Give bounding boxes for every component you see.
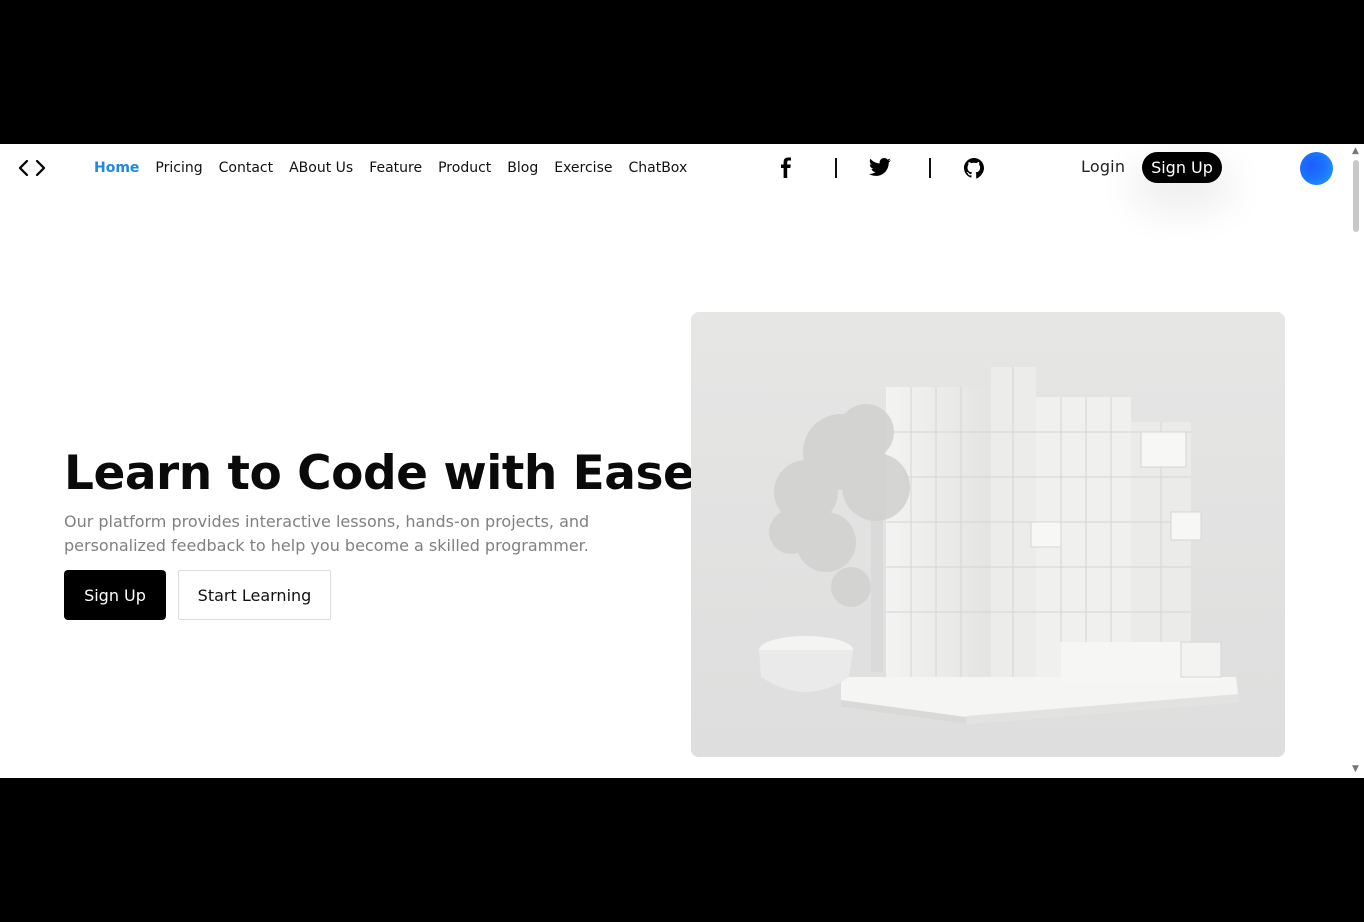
vertical-scrollbar[interactable]: ▲ ▼: [1348, 144, 1364, 778]
letterbox-top: [0, 0, 1364, 144]
nav-pricing[interactable]: Pricing: [155, 158, 202, 178]
hero-signup-button[interactable]: Sign Up: [64, 570, 166, 620]
code-brackets-icon[interactable]: [17, 157, 47, 179]
scrollbar-thumb[interactable]: [1353, 160, 1359, 232]
twitter-icon[interactable]: [868, 157, 892, 179]
hero-title: Learn to Code with Ease: [64, 446, 695, 501]
facebook-icon[interactable]: [778, 157, 794, 179]
nav-contact[interactable]: Contact: [219, 158, 273, 178]
nav-about-us[interactable]: ABout Us: [289, 158, 353, 178]
nav-product[interactable]: Product: [438, 158, 491, 178]
browser-viewport: Home Pricing Contact ABout Us Feature Pr…: [0, 144, 1364, 778]
nav-blog[interactable]: Blog: [507, 158, 538, 178]
social-divider: [929, 158, 931, 178]
letterbox-bottom: [0, 778, 1364, 922]
github-icon[interactable]: [963, 157, 985, 179]
nav-signup-button[interactable]: Sign Up: [1142, 152, 1222, 183]
scroll-up-arrow-icon[interactable]: ▲: [1352, 146, 1359, 156]
nav-feature[interactable]: Feature: [369, 158, 422, 178]
nav-home[interactable]: Home: [94, 158, 139, 178]
navbar: Home Pricing Contact ABout Us Feature Pr…: [0, 144, 1348, 192]
cube-structure-illustration: [691, 312, 1285, 757]
avatar[interactable]: [1300, 152, 1333, 185]
login-link[interactable]: Login: [1081, 157, 1125, 176]
nav-links: Home Pricing Contact ABout Us Feature Pr…: [94, 158, 703, 178]
hero-description: Our platform provides interactive lesson…: [64, 512, 590, 555]
scroll-down-arrow-icon[interactable]: ▼: [1352, 764, 1359, 774]
nav-exercise[interactable]: Exercise: [554, 158, 612, 178]
start-learning-button[interactable]: Start Learning: [178, 570, 331, 620]
hero-image: [691, 312, 1285, 757]
nav-chatbox[interactable]: ChatBox: [628, 158, 687, 178]
social-divider: [835, 158, 837, 178]
